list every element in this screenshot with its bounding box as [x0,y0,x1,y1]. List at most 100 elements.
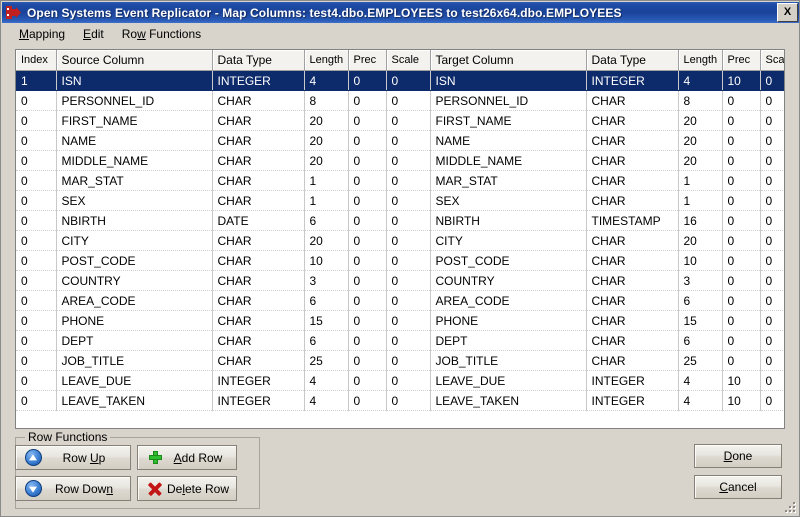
cell-source-prec[interactable]: 0 [347,230,387,251]
table-row[interactable]: 0 FIRST_NAME CHAR 20 0 0 FIRST_NAME CHAR 20 0 0 [16,110,784,131]
cell-source-scale[interactable]: 0 [385,130,431,151]
cell-source-length[interactable]: 4 [303,70,349,91]
table-row[interactable]: 0 MIDDLE_NAME CHAR 20 0 0 MIDDLE_NAME CHAR 20 0 0 [16,150,784,171]
cell-source-length[interactable]: 3 [303,270,349,291]
cell-source-length[interactable]: 20 [303,130,349,151]
cell-source-column[interactable]: POST_CODE [55,250,213,271]
cell-source-scale[interactable]: 0 [385,170,431,191]
cell-source-column[interactable]: SEX [55,190,213,211]
cell-target-data-type[interactable]: CHAR [585,150,679,171]
cell-source-column[interactable]: PHONE [55,310,213,331]
cell-target-column[interactable]: ISN [429,70,587,91]
cell-target-prec[interactable]: 0 [721,170,761,191]
cell-source-length[interactable]: 6 [303,290,349,311]
cell-target-column[interactable]: SEX [429,190,587,211]
cell-source-scale[interactable]: 0 [385,230,431,251]
cell-target-prec[interactable]: 0 [721,150,761,171]
cell-source-prec[interactable]: 0 [347,270,387,291]
column-header-target-length[interactable]: Length [678,50,723,71]
column-mapping-grid[interactable]: Index Source Column Data Type Length Pre… [15,49,785,429]
table-row[interactable]: 0 COUNTRY CHAR 3 0 0 COUNTRY CHAR 3 0 0 [16,270,784,291]
cell-target-scale[interactable]: 0 [759,230,784,251]
cell-target-scale[interactable]: 0 [759,290,784,311]
cell-index[interactable]: 0 [16,390,57,411]
cell-source-data-type[interactable]: CHAR [211,170,305,191]
cell-target-scale[interactable]: 0 [759,190,784,211]
cell-source-data-type[interactable]: CHAR [211,310,305,331]
cell-source-prec[interactable]: 0 [347,370,387,391]
cell-source-column[interactable]: JOB_TITLE [55,350,213,371]
cell-target-data-type[interactable]: CHAR [585,350,679,371]
cell-index[interactable]: 0 [16,190,57,211]
cell-target-prec[interactable]: 0 [721,350,761,371]
table-row[interactable]: 0 PERSONNEL_ID CHAR 8 0 0 PERSONNEL_ID CHAR 8 0 0 [16,90,784,111]
table-row[interactable]: 1 ISN INTEGER 4 0 0 ISN INTEGER 4 10 0 [16,70,784,91]
menu-item-mapping[interactable]: Mapping [10,25,74,43]
cell-source-prec[interactable]: 0 [347,290,387,311]
cell-source-prec[interactable]: 0 [347,110,387,131]
cell-source-prec[interactable]: 0 [347,390,387,411]
cell-target-scale[interactable]: 0 [759,310,784,331]
cell-target-column[interactable]: PHONE [429,310,587,331]
cell-target-scale[interactable]: 0 [759,170,784,191]
cell-target-length[interactable]: 1 [677,190,723,211]
column-header-source-scale[interactable]: Scale [386,50,431,71]
cell-source-length[interactable]: 25 [303,350,349,371]
cell-target-scale[interactable]: 0 [759,350,784,371]
cell-target-scale[interactable]: 0 [759,370,784,391]
cell-source-length[interactable]: 4 [303,390,349,411]
table-row[interactable]: 0 POST_CODE CHAR 10 0 0 POST_CODE CHAR 10 0 0 [16,250,784,271]
cell-target-column[interactable]: DEPT [429,330,587,351]
column-header-target-column[interactable]: Target Column [430,50,587,71]
cell-target-length[interactable]: 8 [677,90,723,111]
cell-target-column[interactable]: NBIRTH [429,210,587,231]
cell-target-scale[interactable]: 0 [759,250,784,271]
cell-index[interactable]: 0 [16,150,57,171]
done-button[interactable]: Done [694,444,782,468]
cell-index[interactable]: 0 [16,90,57,111]
cell-source-column[interactable]: NAME [55,130,213,151]
cell-target-scale[interactable]: 0 [759,390,784,411]
cell-target-data-type[interactable]: TIMESTAMP [585,210,679,231]
cell-target-length[interactable]: 20 [677,130,723,151]
cell-source-column[interactable]: MIDDLE_NAME [55,150,213,171]
cell-source-data-type[interactable]: CHAR [211,270,305,291]
table-row[interactable]: 0 NAME CHAR 20 0 0 NAME CHAR 20 0 0 [16,130,784,151]
cell-source-data-type[interactable]: CHAR [211,330,305,351]
cell-target-prec[interactable]: 0 [721,270,761,291]
cell-source-scale[interactable]: 0 [385,210,431,231]
cell-target-length[interactable]: 6 [677,330,723,351]
cell-target-prec[interactable]: 10 [721,370,761,391]
cell-index[interactable]: 0 [16,270,57,291]
cell-source-length[interactable]: 4 [303,370,349,391]
add-row-button[interactable]: Add Row [137,445,237,470]
cell-index[interactable]: 1 [16,70,57,91]
cell-source-length[interactable]: 1 [303,190,349,211]
cell-target-prec[interactable]: 0 [721,230,761,251]
cell-index[interactable]: 0 [16,330,57,351]
cell-source-length[interactable]: 1 [303,170,349,191]
cell-target-prec[interactable]: 10 [721,390,761,411]
cell-target-data-type[interactable]: CHAR [585,310,679,331]
table-row[interactable]: 0 DEPT CHAR 6 0 0 DEPT CHAR 6 0 0 [16,330,784,351]
cell-source-data-type[interactable]: CHAR [211,290,305,311]
cell-index[interactable]: 0 [16,370,57,391]
cell-target-prec[interactable]: 0 [721,210,761,231]
cell-source-scale[interactable]: 0 [385,330,431,351]
cell-target-length[interactable]: 16 [677,210,723,231]
cell-source-scale[interactable]: 0 [385,370,431,391]
close-icon[interactable]: X [777,3,798,22]
cell-source-column[interactable]: LEAVE_DUE [55,370,213,391]
cell-target-length[interactable]: 15 [677,310,723,331]
cell-source-length[interactable]: 20 [303,110,349,131]
cell-target-data-type[interactable]: CHAR [585,230,679,251]
column-header-target-scale[interactable]: Scale [760,50,784,71]
cell-source-length[interactable]: 8 [303,90,349,111]
cell-source-data-type[interactable]: INTEGER [211,390,305,411]
cell-target-data-type[interactable]: INTEGER [585,370,679,391]
table-row[interactable]: 0 NBIRTH DATE 6 0 0 NBIRTH TIMESTAMP 16 0 0 [16,210,784,231]
cell-target-scale[interactable]: 0 [759,330,784,351]
cell-source-scale[interactable]: 0 [385,90,431,111]
cell-target-column[interactable]: FIRST_NAME [429,110,587,131]
cell-target-scale[interactable]: 0 [759,270,784,291]
